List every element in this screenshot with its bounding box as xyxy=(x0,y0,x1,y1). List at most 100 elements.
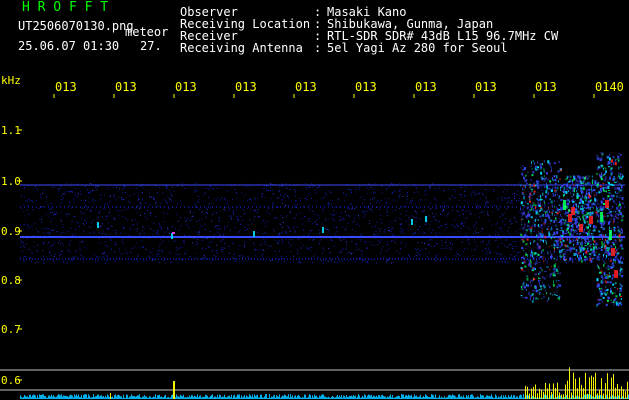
meteor-echo xyxy=(608,157,611,161)
signal-strip-bar xyxy=(78,394,79,399)
meteor-echo xyxy=(618,234,621,238)
signal-strip-bar xyxy=(252,394,253,399)
signal-strip-bar xyxy=(404,396,405,399)
signal-strip-bar xyxy=(467,396,468,399)
signal-strip-bar xyxy=(149,396,150,399)
time-tick-label: 013 xyxy=(55,80,77,94)
signal-strip-bar xyxy=(443,397,444,399)
signal-strip-bar xyxy=(412,397,413,399)
meteor-echo xyxy=(567,223,570,227)
signal-strip-bar xyxy=(371,394,372,399)
meteor-echo xyxy=(569,258,571,262)
signal-strip-bar xyxy=(372,397,373,399)
signal-strip-bar xyxy=(504,397,505,399)
meteor-echo xyxy=(594,203,596,206)
meteor-echo xyxy=(620,256,623,259)
meteor-echo xyxy=(612,283,615,286)
meteor-echo xyxy=(528,225,530,227)
meteor-echo xyxy=(614,159,616,162)
signal-strip-bar xyxy=(107,394,108,399)
meteor-echo xyxy=(607,195,610,198)
meteor-echo xyxy=(546,260,548,263)
meteor-echo xyxy=(580,259,583,263)
meteor-echo xyxy=(617,157,620,159)
meteor-echo xyxy=(572,189,574,191)
meteor-echo xyxy=(588,253,591,255)
meteor-echo xyxy=(614,191,616,194)
meteor-echo xyxy=(573,229,575,232)
meteor-echo xyxy=(556,245,559,247)
signal-strip-bar xyxy=(121,396,122,399)
meteor-echo xyxy=(558,194,560,198)
meteor-echo xyxy=(605,176,607,180)
signal-strip-bar xyxy=(69,395,70,399)
meteor-echo xyxy=(587,214,588,216)
meteor-echo xyxy=(602,174,605,177)
meteor-echo xyxy=(529,192,532,195)
meteor-echo xyxy=(530,264,532,268)
meteor-echo xyxy=(542,178,545,180)
meteor-echo xyxy=(559,253,561,255)
signal-strip-peak xyxy=(549,383,550,399)
meteor-echo xyxy=(608,192,611,194)
meteor-echo xyxy=(558,204,561,206)
signal-strip-bar xyxy=(175,397,176,399)
meteor-echo xyxy=(610,244,612,247)
meteor-echo xyxy=(580,242,582,246)
signal-strip-bar xyxy=(297,395,298,399)
meteor-echo xyxy=(600,302,601,304)
meteor-echo xyxy=(617,158,619,160)
meteor-echo xyxy=(582,230,585,234)
meteor-echo xyxy=(543,200,545,202)
time-tick-label: 013 xyxy=(115,80,137,94)
signal-strip-bar xyxy=(440,397,441,399)
meteor-echo xyxy=(613,176,616,178)
signal-strip-bar xyxy=(146,396,147,399)
signal-strip-bar xyxy=(202,396,203,399)
meteor-echo xyxy=(564,222,566,225)
meteor-echo xyxy=(534,263,536,266)
meteor-echo xyxy=(536,242,539,246)
signal-strip-bar xyxy=(430,397,431,399)
meteor-echo xyxy=(621,303,622,306)
signal-strip-bar xyxy=(301,397,302,399)
signal-strip-peak xyxy=(535,384,536,399)
signal-strip-bar xyxy=(544,394,545,399)
meteor-echo xyxy=(606,213,609,215)
meteor-echo xyxy=(602,297,605,299)
signal-strip-peak xyxy=(619,389,620,399)
signal-strip-bar xyxy=(610,396,611,399)
meteor-echo xyxy=(539,163,541,167)
meteor-echo xyxy=(529,183,531,187)
meteor-echo xyxy=(584,199,587,202)
meteor-echo xyxy=(578,259,580,262)
meteor-echo xyxy=(604,280,606,283)
meteor-echo xyxy=(572,181,573,184)
signal-strip-bar xyxy=(453,395,454,399)
meteor-echo xyxy=(522,205,525,207)
signal-strip-bar xyxy=(394,397,395,399)
signal-strip-peak xyxy=(525,385,526,399)
meteor-echo xyxy=(615,282,617,285)
meteor-echo xyxy=(588,188,591,191)
signal-strip-bar xyxy=(215,396,216,399)
signal-strip-bar xyxy=(45,396,46,399)
meteor-echo xyxy=(612,210,614,212)
meteor-echo xyxy=(555,263,557,265)
meteor-echo xyxy=(549,198,551,201)
signal-strip-bar xyxy=(115,394,116,399)
signal-strip-bar xyxy=(319,395,320,399)
signal-strip-bar xyxy=(498,396,499,399)
meteor-echo xyxy=(532,290,535,292)
meteor-echo xyxy=(549,268,551,270)
signal-strip-bar xyxy=(264,396,265,399)
signal-strip-bar xyxy=(244,394,245,399)
meteor-echo xyxy=(605,186,608,189)
signal-strip-bar xyxy=(196,396,197,399)
meteor-echo xyxy=(569,232,571,236)
meteor-echo xyxy=(537,168,540,171)
meteor-echo xyxy=(586,189,588,193)
meteor-echo xyxy=(601,300,603,303)
meteor-echo xyxy=(535,289,537,293)
meteor-ping xyxy=(411,219,413,225)
